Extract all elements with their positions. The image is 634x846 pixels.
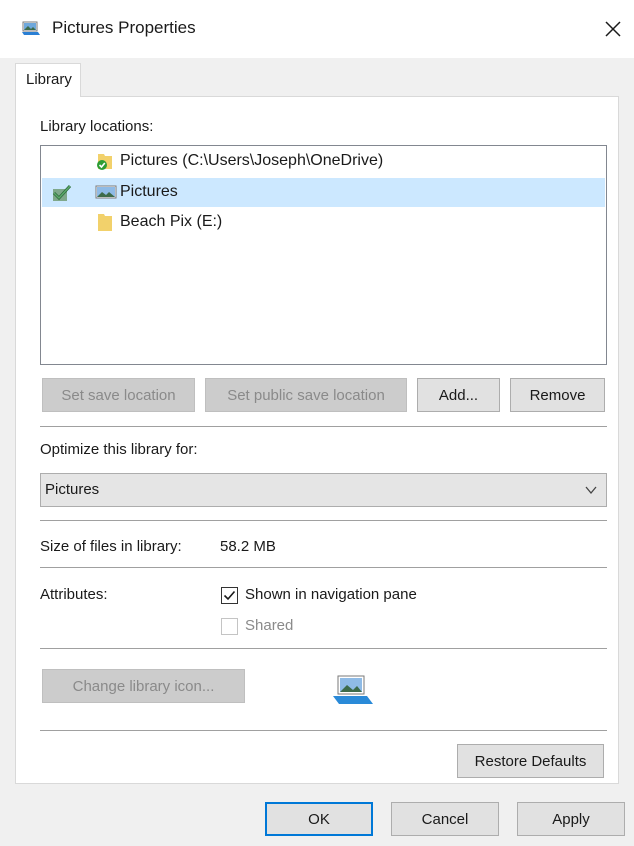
library-pictures-icon [22,20,40,36]
shared-label: Shared [245,617,294,634]
checkmark-icon [223,590,236,601]
list-item[interactable]: Beach Pix (E:) [42,208,605,237]
library-locations-list[interactable]: Pictures (C:\Users\Joseph\OneDrive) Pict… [40,145,607,365]
change-library-icon-button[interactable]: Change library icon... [42,669,245,703]
chevron-down-icon [585,486,597,495]
divider [40,730,607,731]
onedrive-folder-icon [95,151,115,171]
add-button[interactable]: Add... [417,378,500,412]
ok-button[interactable]: OK [265,802,373,836]
default-save-location-icon [50,183,74,203]
optimize-select-value: Pictures [45,481,100,498]
library-locations-label: Library locations: [40,118,154,135]
divider [40,567,607,568]
close-button[interactable] [596,12,630,46]
folder-icon [95,212,115,232]
list-item[interactable]: Pictures (C:\Users\Joseph\OneDrive) [42,147,605,176]
close-icon [605,21,621,37]
divider [40,426,607,427]
remove-button[interactable]: Remove [510,378,605,412]
shown-in-nav-checkbox[interactable] [221,587,238,604]
shown-in-nav-label: Shown in navigation pane [245,586,417,603]
title-bar: Pictures Properties [0,0,634,58]
pictures-folder-icon [95,182,117,202]
library-icon-preview [330,672,374,708]
list-item-label: Pictures (C:\Users\Joseph\OneDrive) [120,152,384,169]
window-title: Pictures Properties [52,18,196,37]
list-item-label: Pictures [120,183,178,200]
apply-button[interactable]: Apply [517,802,625,836]
list-item-label: Beach Pix (E:) [120,213,223,230]
divider [40,520,607,521]
attributes-label: Attributes: [40,586,108,603]
optimize-select[interactable]: Pictures [40,473,607,507]
optimize-label: Optimize this library for: [40,441,198,458]
tab-library[interactable]: Library [15,63,81,97]
restore-defaults-button[interactable]: Restore Defaults [457,744,604,778]
set-public-save-location-button[interactable]: Set public save location [205,378,407,412]
tab-library-label: Library [26,71,72,88]
size-label: Size of files in library: [40,538,182,555]
divider [40,648,607,649]
set-save-location-button[interactable]: Set save location [42,378,195,412]
cancel-button[interactable]: Cancel [391,802,499,836]
list-item-selected[interactable]: Pictures [42,178,605,207]
shared-checkbox[interactable] [221,618,238,635]
size-value: 58.2 MB [220,538,276,555]
